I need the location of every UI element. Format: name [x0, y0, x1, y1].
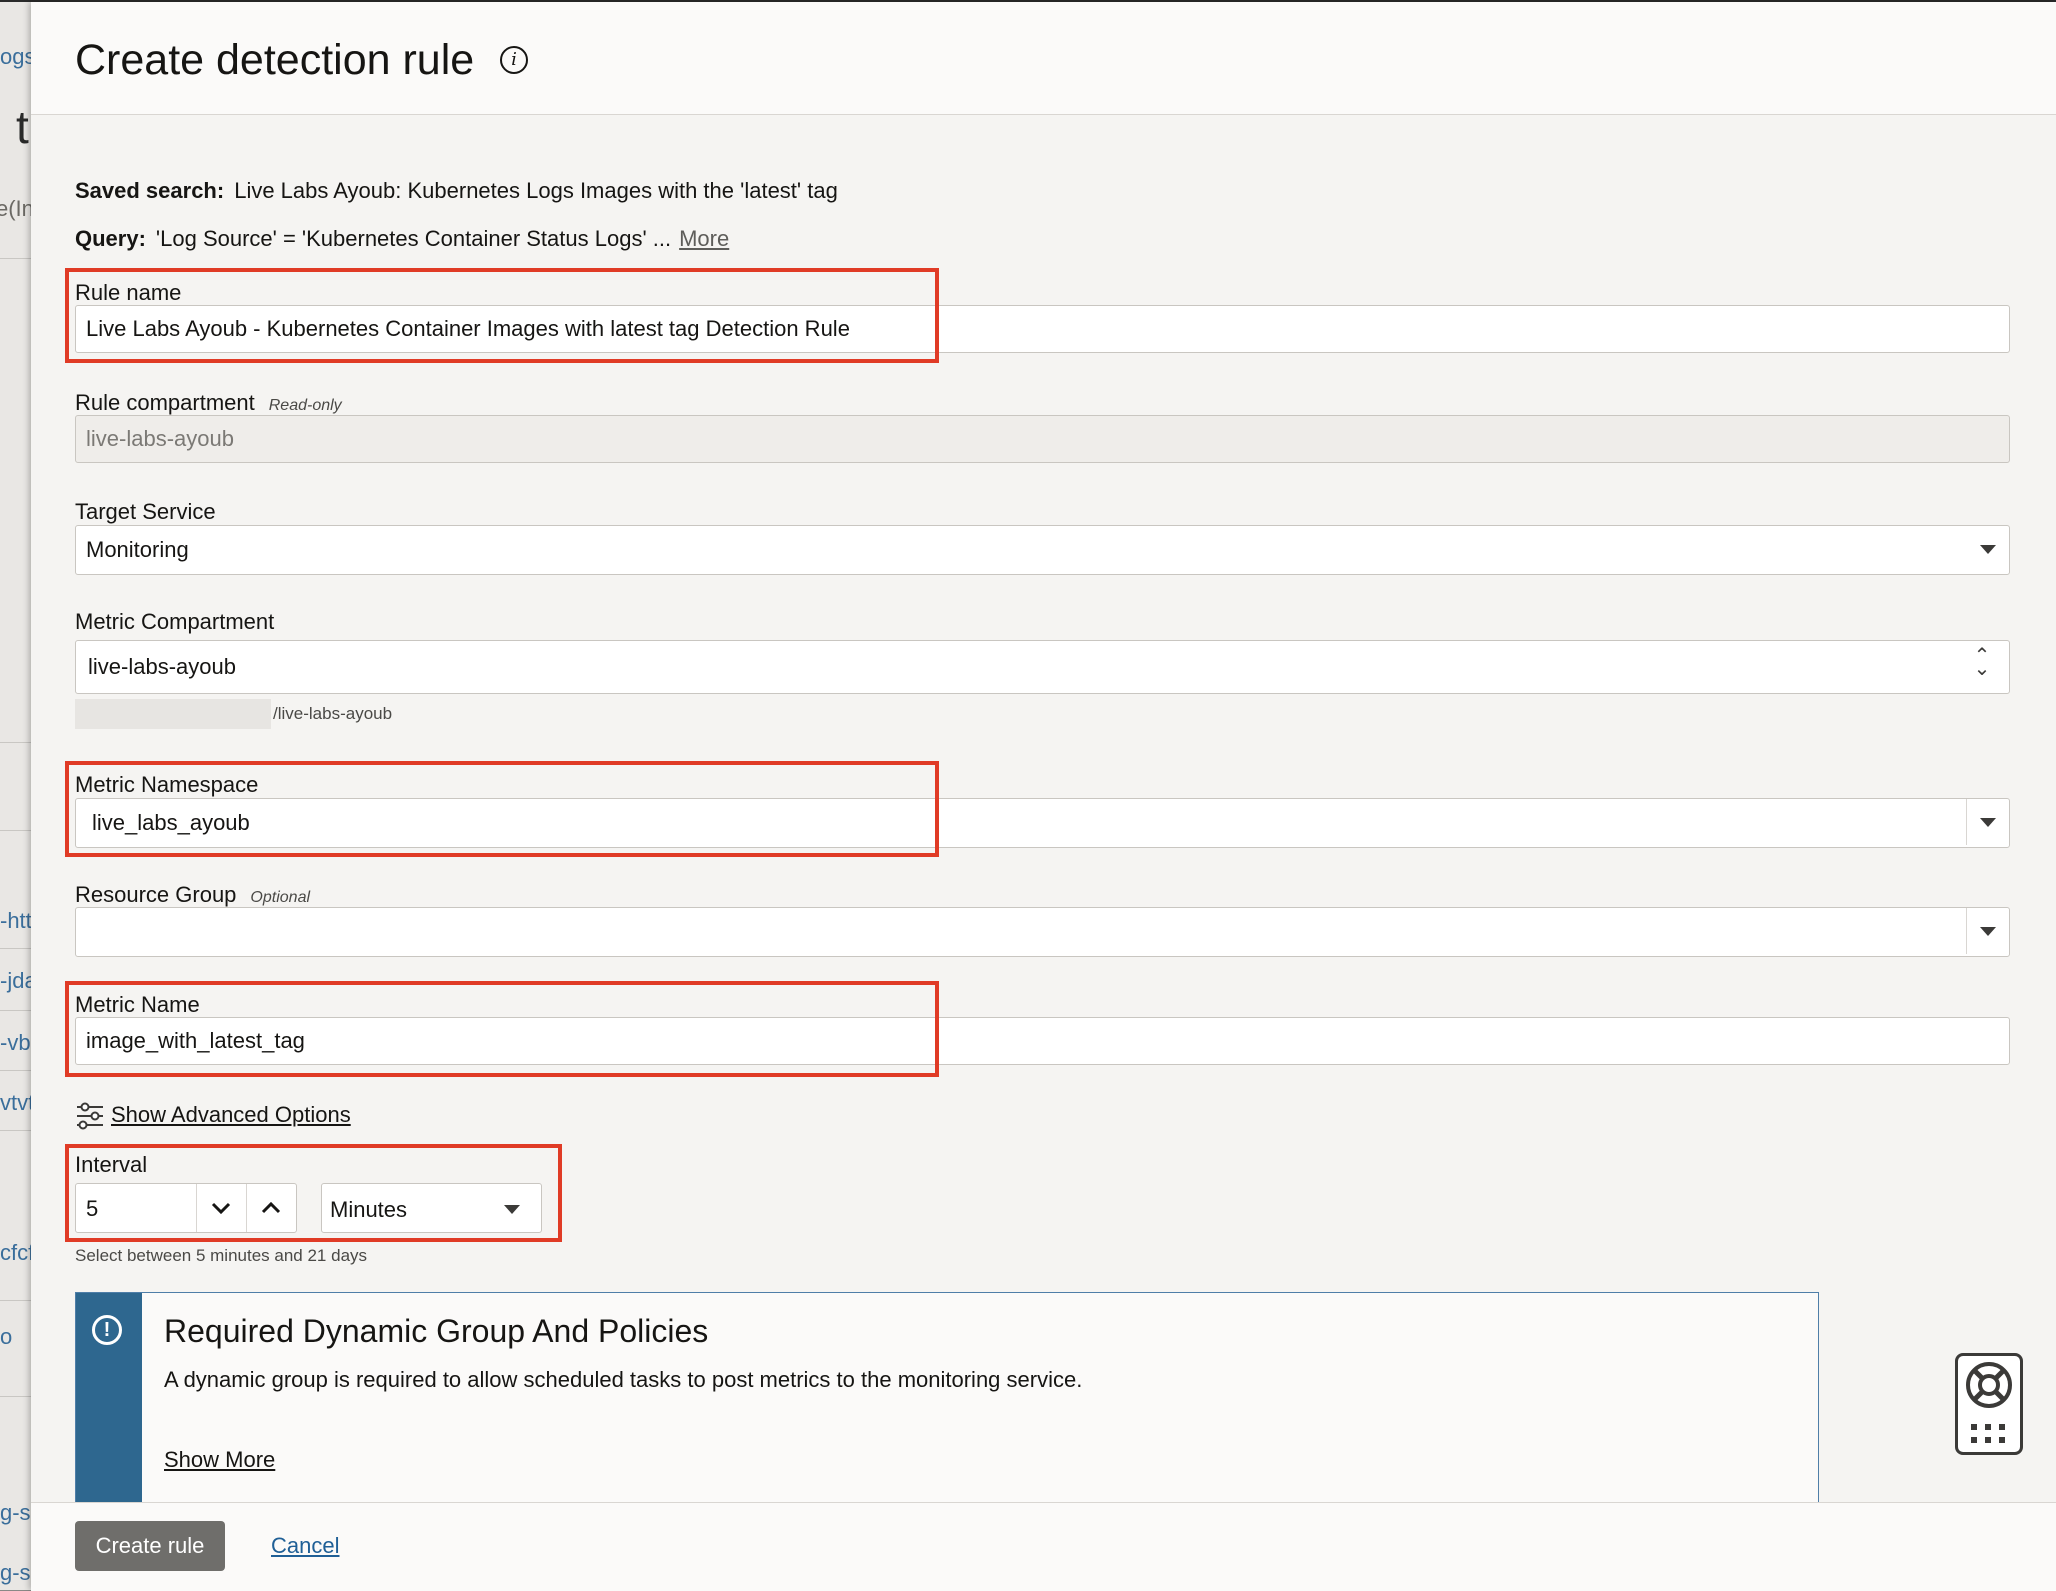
interval-helper-text: Select between 5 minutes and 21 days — [75, 1246, 368, 1265]
interval-value: 5 — [86, 1196, 99, 1221]
show-more-link[interactable]: Show More — [164, 1447, 275, 1473]
saved-search-value: Live Labs Ayoub: Kubernetes Logs Images … — [234, 178, 838, 203]
lifebuoy-icon — [1966, 1362, 2012, 1408]
target-service-select[interactable]: Monitoring — [75, 525, 2010, 575]
rule-compartment-value: live-labs-ayoub — [86, 426, 234, 451]
notice-title: Required Dynamic Group And Policies — [164, 1313, 709, 1349]
decrement-button[interactable] — [196, 1184, 245, 1232]
interval-unit-select[interactable]: Minutes — [321, 1183, 542, 1233]
chevron-down-icon — [211, 1202, 231, 1215]
metric-compartment-select[interactable]: live-labs-ayoub ⌃ ⌄ — [75, 640, 2010, 694]
rule-name-value: Live Labs Ayoub - Kubernetes Container I… — [86, 316, 850, 341]
background-fragment[interactable]: o — [0, 1324, 12, 1350]
query-more-link[interactable]: More — [679, 226, 729, 251]
metric-name-value: image_with_latest_tag — [86, 1028, 305, 1053]
query: Query: 'Log Source' = 'Kubernetes Contain… — [75, 226, 729, 252]
background-fragment[interactable]: -jda — [0, 968, 31, 994]
rule-name-input[interactable]: Live Labs Ayoub - Kubernetes Container I… — [75, 305, 2010, 353]
query-value: 'Log Source' = 'Kubernetes Container Sta… — [155, 226, 672, 251]
create-rule-button[interactable]: Create rule — [75, 1521, 225, 1571]
background-fragment: t — [16, 101, 29, 153]
sliders-icon — [77, 1102, 103, 1130]
metric-namespace-label: Metric Namespace — [75, 772, 259, 797]
saved-search: Saved search: Live Labs Ayoub: Kubernetes… — [75, 178, 838, 204]
query-label: Query: — [75, 226, 146, 251]
target-service-value: Monitoring — [86, 537, 189, 562]
show-advanced-options-link[interactable]: Show Advanced Options — [75, 1101, 351, 1131]
resource-group-label: Resource Group Optional — [75, 882, 310, 908]
saved-search-label: Saved search: — [75, 178, 225, 203]
dynamic-group-notice: ! Required Dynamic Group And Policies A … — [75, 1292, 1819, 1503]
resource-group-select[interactable] — [75, 907, 2010, 957]
rule-compartment-label: Rule compartment Read-only — [75, 390, 342, 416]
show-advanced-options-label: Show Advanced Options — [111, 1101, 351, 1127]
target-service-label: Target Service — [75, 499, 216, 524]
exclamation-circle-icon: ! — [92, 1315, 122, 1345]
background-fragment[interactable]: g-s — [0, 1500, 31, 1526]
background-fragment[interactable]: -htt — [0, 908, 31, 934]
rule-compartment-label-text: Rule compartment — [75, 390, 255, 415]
info-icon[interactable]: i — [500, 46, 528, 74]
background-fragment: e(In — [0, 196, 31, 221]
metric-compartment-path: /live-labs-ayoub — [273, 704, 393, 723]
grid-dots-icon — [1971, 1424, 2005, 1443]
background-fragment[interactable]: cfcf — [0, 1240, 31, 1266]
metric-compartment-value: live-labs-ayoub — [88, 654, 236, 679]
resource-group-label-text: Resource Group — [75, 882, 237, 907]
interval-stepper[interactable]: 5 — [75, 1183, 297, 1233]
interval-label: Interval — [75, 1152, 148, 1177]
interval-unit-value: Minutes — [330, 1197, 408, 1222]
rule-compartment-field: live-labs-ayoub — [75, 415, 2010, 463]
notice-band: ! — [76, 1293, 142, 1503]
chevron-down-icon — [491, 1186, 533, 1232]
metric-compartment-label: Metric Compartment — [75, 609, 275, 634]
increment-button[interactable] — [246, 1184, 295, 1232]
background-fragment: ogs — [0, 44, 31, 69]
cancel-link[interactable]: Cancel — [271, 1533, 339, 1559]
background-fragment[interactable]: vtvt — [0, 1090, 31, 1116]
rule-name-label: Rule name — [75, 280, 182, 305]
chevron-down-icon — [1966, 799, 2009, 845]
chevron-down-icon — [1966, 908, 2009, 954]
background-page: ogs t e(In -htt -jda -vb vtvt cfcf o g-s… — [0, 0, 31, 1590]
create-detection-rule-panel: Create detection rule i Saved search: Liv… — [31, 2, 2056, 1591]
background-fragment[interactable]: -vb — [0, 1030, 31, 1056]
notice-text: A dynamic group is required to allow sch… — [164, 1367, 1083, 1392]
page-title: Create detection rule — [75, 36, 475, 84]
chevron-up-icon — [261, 1201, 281, 1214]
help-widget[interactable] — [1955, 1353, 2023, 1455]
background-fragment[interactable]: g-s — [0, 1560, 31, 1586]
read-only-hint: Read-only — [268, 397, 342, 414]
redacted-path — [75, 699, 271, 729]
chevron-down-icon — [1967, 526, 2009, 572]
metric-name-label: Metric Name — [75, 992, 200, 1017]
metric-name-input[interactable]: image_with_latest_tag — [75, 1017, 2010, 1065]
panel-footer: Create rule Cancel — [31, 1502, 2056, 1591]
panel-header: Create detection rule i — [31, 2, 2056, 115]
metric-namespace-value: live_labs_ayoub — [92, 810, 250, 835]
optional-hint: Optional — [250, 889, 311, 906]
up-down-chevron-icon: ⌃ ⌄ — [1973, 645, 1991, 680]
metric-namespace-select[interactable]: live_labs_ayoub — [75, 798, 2010, 848]
